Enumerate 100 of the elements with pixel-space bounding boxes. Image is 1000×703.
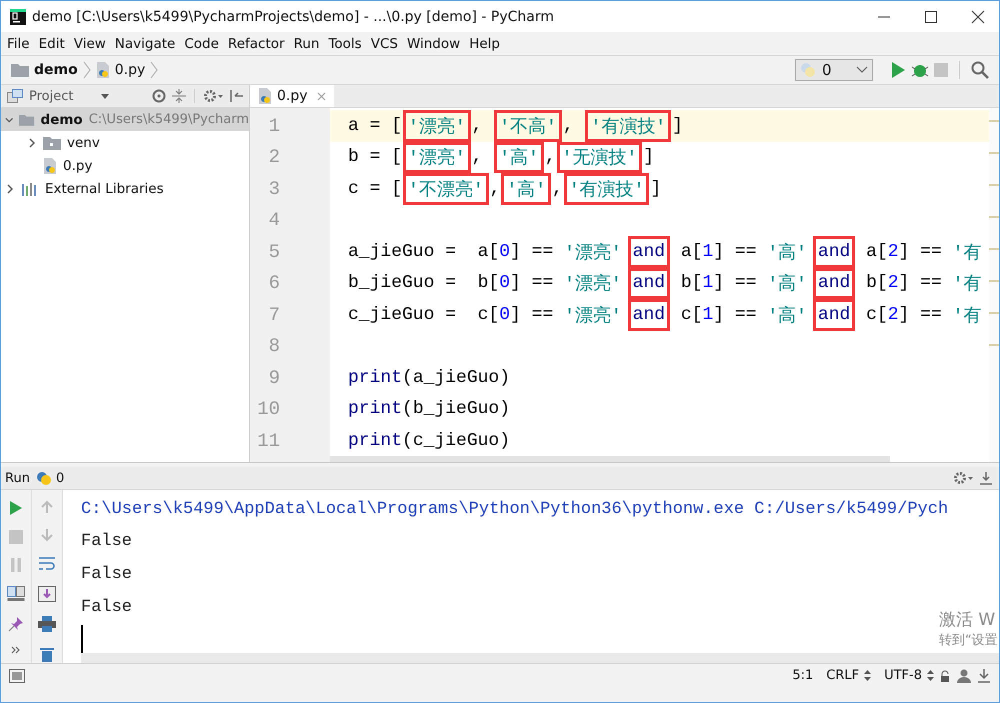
soft-wrap-icon[interactable] [38,556,56,572]
tree-item[interactable]: 0.py [1,154,249,177]
breadcrumb[interactable]: demo [34,62,78,78]
code-token: 2 [888,240,899,264]
python-file-icon [258,88,272,104]
hide-panel-icon[interactable] [229,89,243,103]
print-icon[interactable] [38,616,56,632]
menu-item[interactable]: Run [294,36,320,52]
target-icon[interactable] [152,89,166,103]
scrollbar[interactable] [81,653,999,663]
highlighted-code: '不漂亮' [403,173,489,204]
close-icon[interactable] [971,10,985,24]
run-icon[interactable] [890,61,906,79]
code-token: b[ [680,272,702,296]
line-number: 7 [268,304,280,326]
code-token: '漂亮' [564,242,622,266]
gear-icon[interactable] [953,471,973,485]
code-token: '有 [952,274,982,298]
file-encoding[interactable]: UTF-8 [884,668,922,683]
tree-item[interactable]: External Libraries [1,177,249,200]
highlighted-code: and [812,236,856,268]
editor-tab[interactable]: 0.py [250,85,334,107]
scrollbar[interactable] [330,456,890,462]
code-token: (c_jieGuo) [402,430,510,453]
panel-icon [7,89,23,103]
window-title: demo [C:\Users\k5499\PycharmProjects\demo] - ...\0.py [demo] - PyCharm [32,8,554,24]
code-token: , [490,178,500,201]
highlighted-code: '漂亮' [403,142,471,173]
code-token: 0 [499,240,510,264]
tree-label: demo [40,112,83,128]
menu-item[interactable]: Navigate [114,36,176,52]
run-tab[interactable]: 0 [36,470,64,486]
code-token: (b_jieGuo) [402,398,510,422]
code-token: , [552,178,563,201]
lock-icon[interactable] [939,670,951,682]
code-token: , [472,146,484,170]
highlighted-code: '高' [501,173,552,204]
more-icon[interactable] [11,646,21,654]
maximize-icon[interactable] [924,10,938,24]
code-token: ] == [898,272,943,296]
tree-item[interactable]: venv [1,131,249,154]
trash-icon[interactable] [39,646,55,662]
code-token: ] == [510,240,554,264]
menu-item[interactable]: Tools [328,36,362,52]
code-token: '高' [767,272,807,298]
tree-label: 0.py [63,158,92,174]
tree-label: venv [67,134,100,150]
search-icon[interactable] [971,61,989,79]
code-token: , [562,114,575,138]
caret-icon[interactable] [101,94,110,98]
panel-title: Run [5,470,30,486]
up-down-icon[interactable] [927,670,934,681]
gear-icon[interactable] [203,89,223,103]
menu-item[interactable]: Refactor [228,36,285,52]
menu-item[interactable]: VCS [370,36,398,52]
line-number: 5 [268,240,280,263]
tree-item[interactable]: demo C:\Users\k5499\Pycharm [1,108,249,131]
chevron-icon [150,61,158,79]
console-line: False [81,596,132,619]
person-icon[interactable] [956,668,972,682]
line-number: 1 [268,114,280,137]
project-path: C:\Users\k5499\Pycharm [88,112,249,127]
highlighted-code: '无演技' [556,142,642,173]
folder-icon [11,63,29,77]
code-token: '漂亮' [564,272,622,298]
highlighted-code: '有演技' [585,110,672,142]
layout-icon[interactable] [9,668,25,682]
code-token: ] == [898,240,943,264]
layout-icon[interactable] [7,586,25,602]
menu-item[interactable]: File [7,36,30,52]
panel-title[interactable]: Project [29,88,74,104]
up-down-icon[interactable] [864,670,872,681]
folder-icon [19,112,35,126]
menu-item[interactable]: Code [184,36,219,52]
line-number: 8 [268,335,280,358]
menu-item[interactable]: Edit [38,36,65,52]
highlighted-code: '有演技' [564,173,650,204]
chevron-down-icon [856,66,868,74]
code-token: 0 [499,304,510,327]
code-token: b = [ [348,146,402,170]
line-separator[interactable]: CRLF [826,668,860,683]
line-number: 11 [257,430,280,452]
highlighted-code: and [812,299,856,330]
cursor-position[interactable]: 5:1 [792,668,814,683]
line-number: 3 [268,178,280,200]
line-number: 9 [268,366,280,389]
breadcrumb[interactable]: 0.py [114,62,146,78]
code-token: print [348,398,402,422]
run-icon[interactable] [9,500,23,516]
hide-panel-icon[interactable] [979,471,993,485]
pin-icon[interactable] [8,616,24,632]
menu-item[interactable]: Help [469,36,500,52]
download-icon[interactable] [977,668,991,682]
menu-item[interactable]: View [74,36,106,52]
run-config-dropdown[interactable]: 0 [795,59,873,81]
scroll-to-end-icon[interactable] [38,586,56,602]
collapse-icon[interactable] [172,89,186,103]
highlighted-code: '高' [494,142,544,173]
menu-item[interactable]: Window [406,36,460,52]
code-token: ] == [510,304,554,327]
